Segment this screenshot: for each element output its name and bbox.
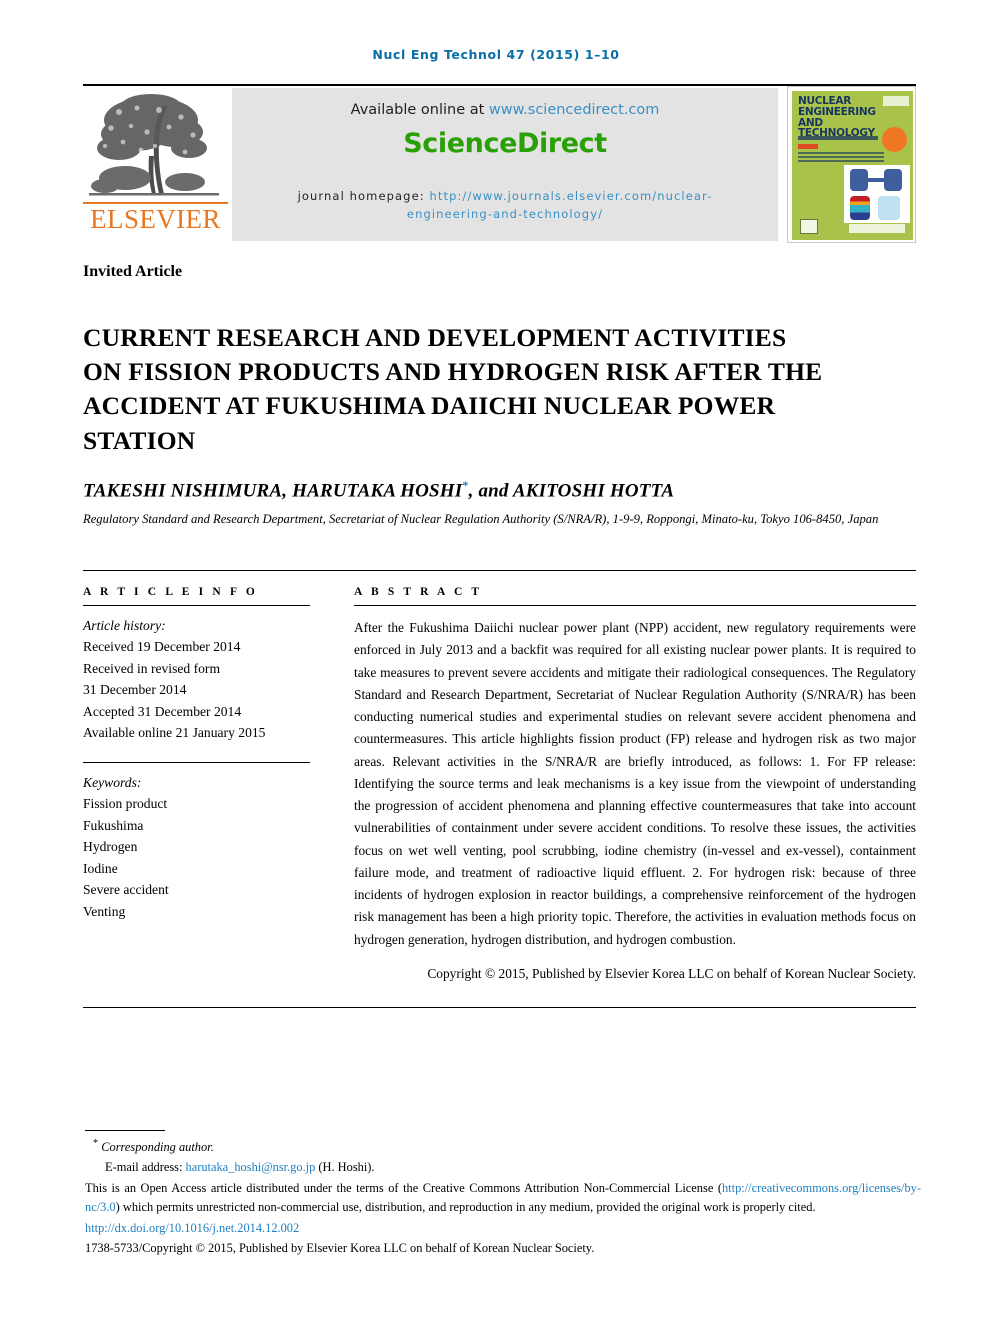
keyword-item: Iodine [83,860,118,876]
article-type: Invited Article [83,263,183,280]
cover-volume-bar [798,136,878,140]
divider-top [83,570,916,571]
abstract-body: After the Fukushima Daiichi nuclear powe… [354,620,916,947]
cover-title-line2: ENGINEERING AND [798,105,876,129]
cover-open-access-badge-icon [882,127,907,152]
journal-homepage-link-cont[interactable]: engineering-and-technology/ [407,207,603,221]
issn-copyright-line: 1738-5733/Copyright © 2015, Published by… [85,1241,595,1256]
abstract-heading: A B S T R A C T [354,586,483,598]
elsevier-tree-icon [89,94,219,196]
journal-cover-thumbnail: NUCLEAR ENGINEERING AND TECHNOLOGY [787,86,916,243]
available-online-label: Available online at [350,102,489,118]
keywords-list: Keywords: Fission product Fukushima Hydr… [83,772,310,922]
abstract-column: A B S T R A C T After the Fukushima Daii… [354,586,916,985]
article-info-heading: A R T I C L E I N F O [83,586,258,598]
article-history-item: Accepted 31 December 2014 [83,703,242,719]
affiliation: Regulatory Standard and Research Departm… [83,512,879,526]
cover-text-lines [798,152,884,164]
keyword-item: Hydrogen [83,839,138,855]
license-note: This is an Open Access article distribut… [85,1179,921,1216]
sciencedirect-band: Available online at www.sciencedirect.co… [232,88,778,241]
article-first-page: Nucl Eng Technol 47 (2015) 1–10 ELSEVIER… [0,0,992,1323]
keyword-item: Severe accident [83,882,169,898]
cover-corner-mark [883,96,909,106]
divider-bottom [83,1007,916,1008]
sciencedirect-logo: ScienceDirect [403,128,607,159]
email-label: E-mail address: [105,1159,186,1174]
available-online-line: Available online at www.sciencedirect.co… [232,102,778,118]
article-history-item: 31 December 2014 [83,682,187,698]
keywords-label: Keywords: [83,774,142,790]
article-history-item: Received in revised form [83,660,221,676]
elsevier-logo: ELSEVIER [83,90,228,240]
author-list: TAKESHI NISHIMURA, HARUTAKA HOSHI*, and … [83,478,674,502]
footnotes: * Corresponding author. E-mail address: … [85,1136,921,1258]
cover-footer-society-icon [849,224,905,233]
cover-footer-logo-icon [800,219,818,234]
corresponding-author-text: Corresponding author. [98,1140,214,1155]
footnote-rule [85,1130,165,1131]
elsevier-wordmark: ELSEVIER [83,202,228,233]
cover-label-box [798,144,818,149]
email-suffix: (H. Hoshi). [315,1159,375,1174]
keywords-block: Keywords: Fission product Fukushima Hydr… [83,761,310,922]
license-text-pre: This is an Open Access article distribut… [85,1181,722,1196]
keyword-item: Venting [83,903,126,919]
article-history: Article history: Received 19 December 20… [83,615,310,744]
corresponding-author-note: * Corresponding author. [85,1136,921,1157]
license-text-post: ) which permits unrestricted non-commerc… [115,1199,816,1214]
email-link[interactable]: harutaka_hoshi@nsr.go.jp [186,1160,316,1174]
email-note: E-mail address: harutaka_hoshi@nsr.go.jp… [85,1158,921,1177]
journal-homepage-label: journal homepage: [297,189,430,203]
keyword-item: Fukushima [83,817,144,833]
cover-illustration-icon [844,165,910,223]
abstract-copyright: Copyright © 2015, Published by Elsevier … [427,965,916,981]
article-info-rule [83,605,310,606]
article-history-item: Available online 21 January 2015 [83,725,266,741]
sciencedirect-url-link[interactable]: www.sciencedirect.com [489,102,659,118]
article-info-column: A R T I C L E I N F O Article history: R… [83,586,310,922]
cover-title: NUCLEAR ENGINEERING AND TECHNOLOGY [798,96,890,139]
masthead: ELSEVIER Available online at www.science… [83,84,916,243]
abstract-rule [354,605,916,606]
running-head: Nucl Eng Technol 47 (2015) 1–10 [372,47,620,62]
journal-homepage-link[interactable]: http://www.journals.elsevier.com/nuclear… [429,189,712,203]
authors-text-cont: , and AKITOSHI HOTTA [468,480,675,502]
keyword-item: Fission product [83,796,168,812]
doi-link[interactable]: http://dx.doi.org/10.1016/j.net.2014.12.… [85,1219,921,1238]
article-history-item: Received 19 December 2014 [83,639,241,655]
keywords-rule [83,761,310,763]
article-history-label: Article history: [83,618,166,633]
journal-homepage-line: journal homepage: http://www.journals.el… [232,188,778,224]
authors-text: TAKESHI NISHIMURA, HARUTAKA HOSHI [83,480,463,502]
page-title: CURRENT RESEARCH AND DEVELOPMENT ACTIVIT… [83,323,823,455]
